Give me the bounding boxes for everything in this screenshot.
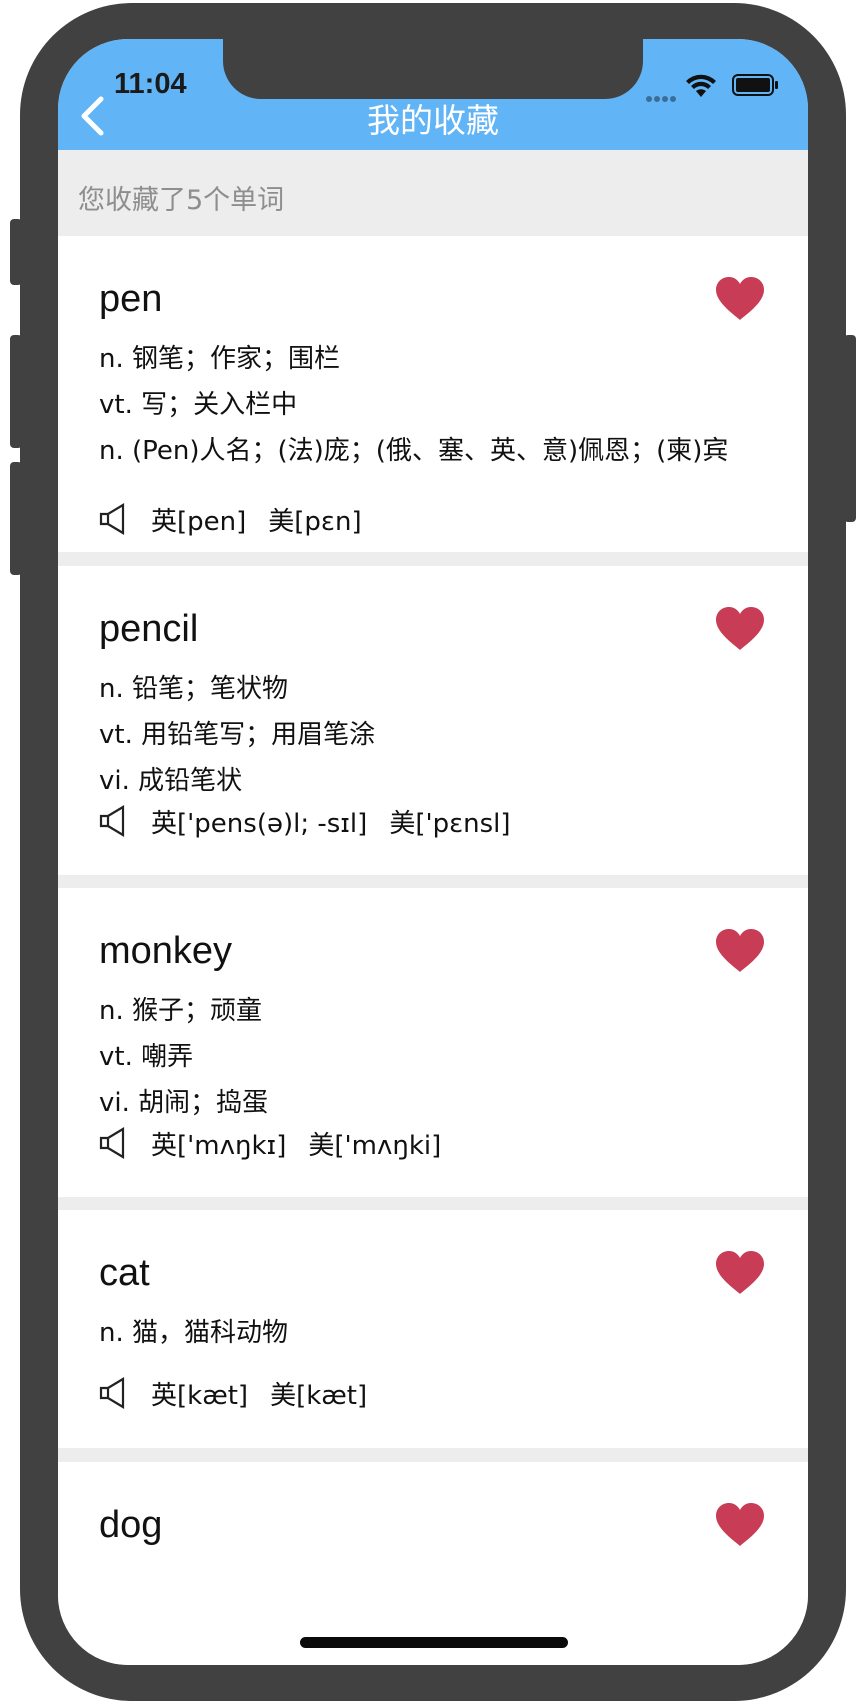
us-pronunciation[interactable]: 美[kæt] bbox=[270, 1375, 367, 1412]
definition: vt. 用铅笔写；用眉笔涂 bbox=[99, 720, 376, 750]
us-pronunciation[interactable]: 美['pɛnsl] bbox=[389, 803, 510, 840]
nav-bar: 11:04 我的收藏 bbox=[58, 39, 808, 150]
us-pronunciation[interactable]: 美[pɛn] bbox=[268, 501, 361, 538]
word-title: monkey bbox=[99, 930, 233, 972]
word-title: dog bbox=[99, 1504, 163, 1546]
heart-icon[interactable] bbox=[714, 1250, 766, 1296]
word-card[interactable]: pen n. 钢笔；作家；围栏 vt. 写；关入栏中 n. (Pen)人名；(法… bbox=[58, 236, 808, 552]
page-title: 我的收藏 bbox=[367, 101, 499, 140]
uk-pronunciation[interactable]: 英['pens(ə)l; -sɪl] bbox=[151, 803, 367, 840]
definition-list: n. 钢笔；作家；围栏 vt. 写；关入栏中 n. (Pen)人名；(法)庞；(… bbox=[99, 344, 759, 482]
pronunciation-row: 英['pens(ə)l; -sɪl] 美['pɛnsl] bbox=[99, 803, 533, 840]
word-card[interactable]: cat n. 猫，猫科动物 英[kæt] 美[kæt] bbox=[58, 1210, 808, 1448]
summary-bar: 您收藏了5个单词 bbox=[58, 150, 808, 236]
power-button bbox=[844, 335, 856, 522]
definition: vi. 胡闹；捣蛋 bbox=[99, 1088, 269, 1118]
definition: n. 猴子；顽童 bbox=[99, 996, 263, 1026]
summary-text: 您收藏了5个单词 bbox=[78, 185, 285, 216]
definition: vt. 嘲弄 bbox=[99, 1042, 194, 1072]
definition: n. 铅笔；笔状物 bbox=[99, 674, 289, 704]
word-card[interactable]: monkey n. 猴子；顽童 vt. 嘲弄 vi. 胡闹；捣蛋 英['mʌŋk… bbox=[58, 888, 808, 1197]
definition-list: n. 猴子；顽童 vt. 嘲弄 vi. 胡闹；捣蛋 bbox=[99, 996, 759, 1134]
uk-pronunciation[interactable]: 英[kæt] bbox=[151, 1375, 248, 1412]
pronunciation-row: 英[pen] 美[pɛn] bbox=[99, 501, 384, 538]
definition-list: n. 猫，猫科动物 bbox=[99, 1318, 759, 1364]
definition: vi. 成铅笔状 bbox=[99, 766, 243, 796]
speaker-icon[interactable] bbox=[99, 503, 130, 535]
uk-pronunciation[interactable]: 英['mʌŋkɪ] bbox=[151, 1125, 286, 1162]
speaker-icon[interactable] bbox=[99, 1377, 130, 1409]
volume-up-button bbox=[10, 335, 22, 448]
pronunciation-row: 英[kæt] 美[kæt] bbox=[99, 1375, 389, 1412]
word-title: cat bbox=[99, 1252, 150, 1294]
speaker-icon[interactable] bbox=[99, 805, 130, 837]
definition: n. 猫，猫科动物 bbox=[99, 1318, 289, 1348]
home-indicator[interactable] bbox=[300, 1637, 568, 1648]
cellular-signal-icon bbox=[646, 87, 682, 102]
definition: vt. 写；关入栏中 bbox=[99, 390, 298, 420]
volume-down-button bbox=[10, 462, 22, 575]
word-title: pencil bbox=[99, 608, 199, 650]
battery-icon bbox=[732, 74, 778, 96]
heart-icon[interactable] bbox=[714, 928, 766, 974]
uk-pronunciation[interactable]: 英[pen] bbox=[151, 501, 246, 538]
pronunciation-row: 英['mʌŋkɪ] 美['mʌŋki] bbox=[99, 1125, 463, 1162]
heart-icon[interactable] bbox=[714, 276, 766, 322]
notch bbox=[223, 39, 643, 99]
definition: n. 钢笔；作家；围栏 bbox=[99, 344, 341, 374]
speaker-icon[interactable] bbox=[99, 1127, 130, 1159]
word-card[interactable]: dog bbox=[58, 1462, 808, 1665]
silent-switch bbox=[10, 219, 22, 285]
heart-icon[interactable] bbox=[714, 1502, 766, 1548]
definition-list: n. 铅笔；笔状物 vt. 用铅笔写；用眉笔涂 vi. 成铅笔状 bbox=[99, 674, 759, 812]
us-pronunciation[interactable]: 美['mʌŋki] bbox=[308, 1125, 441, 1162]
word-card[interactable]: pencil n. 铅笔；笔状物 vt. 用铅笔写；用眉笔涂 vi. 成铅笔状 … bbox=[58, 566, 808, 875]
phone-screen: 11:04 我的收藏 您收藏了5个单词 pen n. 钢笔；作家；围栏 vt. … bbox=[58, 39, 808, 1665]
word-title: pen bbox=[99, 278, 163, 320]
heart-icon[interactable] bbox=[714, 606, 766, 652]
definition: n. (Pen)人名；(法)庞；(俄、塞、英、意)佩恩；(柬)宾 bbox=[99, 436, 729, 466]
